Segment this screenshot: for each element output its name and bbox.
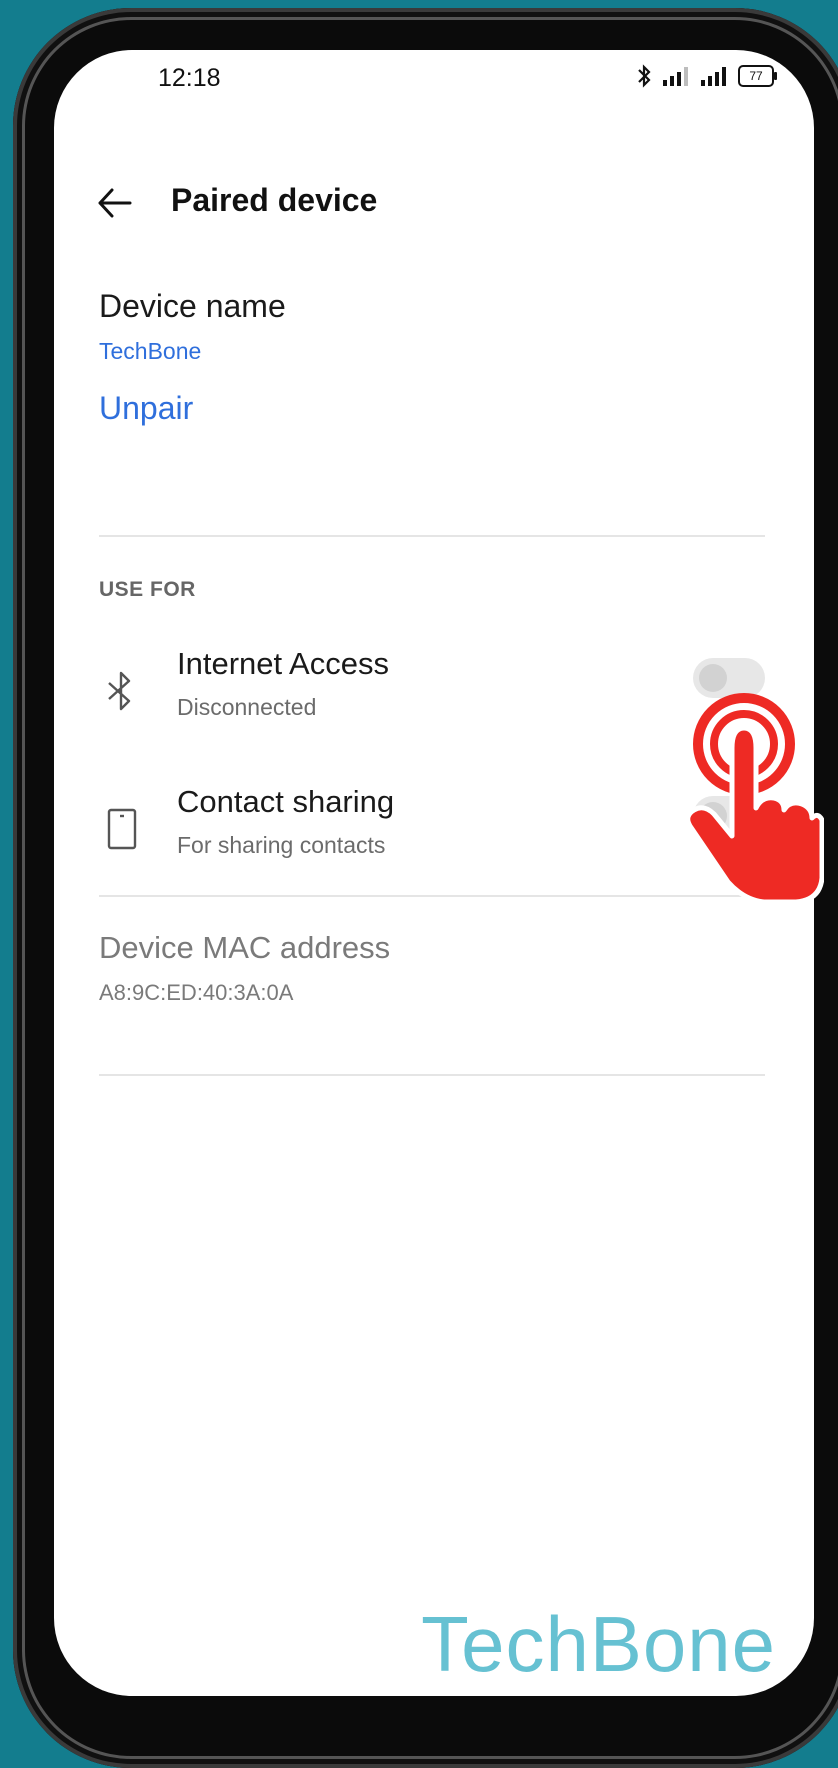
- option-internet-access[interactable]: Internet Access Disconnected: [99, 646, 765, 756]
- section-label: USE FOR: [99, 578, 196, 601]
- device-name-value: TechBone: [99, 338, 202, 364]
- signal-icon-2: [701, 67, 726, 86]
- status-time: 12:18: [158, 64, 221, 92]
- device-name-row[interactable]: Device name TechBone: [99, 288, 765, 365]
- battery-icon: 77: [738, 65, 777, 87]
- app-bar: Paired device: [54, 170, 814, 250]
- phone-icon: [107, 808, 137, 850]
- option-title: Internet Access: [177, 646, 389, 681]
- status-icons: 77: [636, 64, 777, 88]
- option-contact-sharing[interactable]: Contact sharing For sharing contacts: [99, 784, 765, 894]
- page-title: Paired device: [171, 182, 378, 218]
- back-arrow-icon[interactable]: [92, 178, 142, 228]
- option-title: Contact sharing: [177, 784, 395, 819]
- device-name-label: Device name: [99, 288, 286, 324]
- mac-address-row: Device MAC address A8:9C:ED:40:3A:0A: [99, 930, 765, 1006]
- option-subtitle: Disconnected: [177, 694, 317, 720]
- tap-hand-icon: [685, 693, 824, 905]
- bluetooth-status-icon: [638, 64, 651, 88]
- mac-address-label: Device MAC address: [99, 930, 391, 965]
- divider: [99, 1074, 765, 1076]
- unpair-row[interactable]: Unpair: [99, 390, 765, 427]
- divider: [99, 535, 765, 537]
- use-for-header: USE FOR: [99, 578, 765, 602]
- option-subtitle: For sharing contacts: [177, 832, 386, 858]
- watermark-logo: TechBone: [421, 1600, 776, 1688]
- divider: [99, 895, 765, 897]
- mac-address-value: A8:9C:ED:40:3A:0A: [99, 980, 294, 1005]
- signal-icon: [663, 67, 688, 86]
- status-bar: 12:18 77: [54, 50, 814, 110]
- unpair-button[interactable]: Unpair: [99, 390, 765, 427]
- bluetooth-icon: [108, 671, 131, 711]
